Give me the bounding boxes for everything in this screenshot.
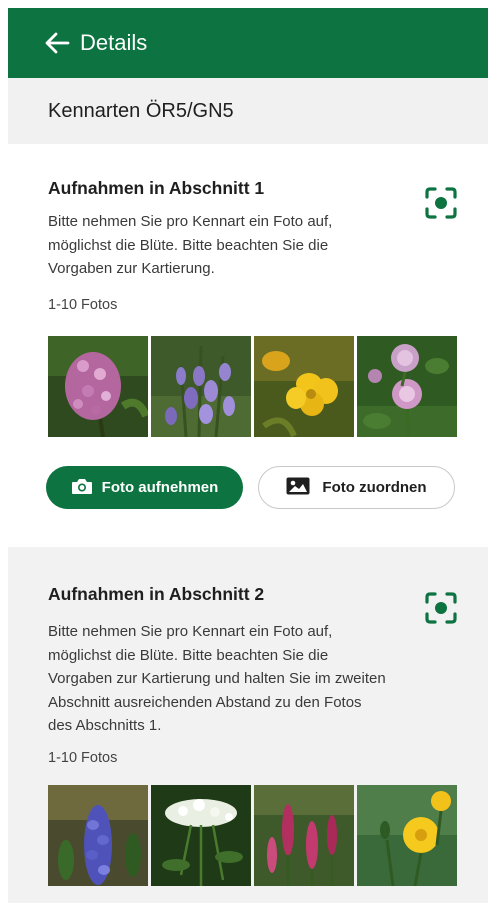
clover-flower-photo[interactable] <box>357 336 457 437</box>
focus-scan-icon <box>424 592 458 629</box>
lilac-flower-photo[interactable] <box>48 336 148 437</box>
buttercup-flower-photo[interactable] <box>357 785 457 886</box>
image-icon <box>286 477 310 499</box>
arrow-left-icon <box>44 32 70 54</box>
section-1: Aufnahmen in Abschnitt 1 Bitte nehmen Si… <box>8 144 488 547</box>
section-description: Bitte nehmen Sie pro Kennart ein Foto au… <box>48 213 333 277</box>
bluebell-flower-photo[interactable] <box>151 336 251 437</box>
knotweed-flower-photo[interactable] <box>254 785 354 886</box>
assign-photo-label: Foto zuordnen <box>322 479 427 496</box>
scan-button[interactable] <box>424 186 458 220</box>
scan-button[interactable] <box>424 591 458 625</box>
photo-count: 1-10 Fotos <box>48 297 118 313</box>
yarrow-flower-photo[interactable] <box>151 785 251 886</box>
back-button[interactable]: Details <box>44 30 147 56</box>
photo-strip <box>48 336 457 437</box>
yellow-celandine-photo[interactable] <box>254 336 354 437</box>
photo-strip <box>48 785 457 886</box>
section-description: Bitte nehmen Sie pro Kennart ein Foto au… <box>48 623 386 734</box>
section-2: Aufnahmen in Abschnitt 2 Bitte nehmen Si… <box>8 547 488 903</box>
focus-scan-icon <box>424 187 458 224</box>
section-title: Aufnahmen in Abschnitt 2 <box>48 584 265 604</box>
lupine-flower-photo[interactable] <box>48 785 148 886</box>
subheader-title: Kennarten ÖR5/GN5 <box>48 99 234 122</box>
subheader: Kennarten ÖR5/GN5 <box>8 78 488 144</box>
page-title: Details <box>80 30 148 55</box>
section-title: Aufnahmen in Abschnitt 1 <box>48 178 265 198</box>
take-photo-button[interactable]: Foto aufnehmen <box>46 466 243 509</box>
app-bar: Details <box>8 8 488 78</box>
camera-icon <box>71 477 93 499</box>
photo-count: 1-10 Fotos <box>48 750 118 766</box>
take-photo-label: Foto aufnehmen <box>101 479 219 496</box>
assign-photo-button[interactable]: Foto zuordnen <box>258 466 455 509</box>
